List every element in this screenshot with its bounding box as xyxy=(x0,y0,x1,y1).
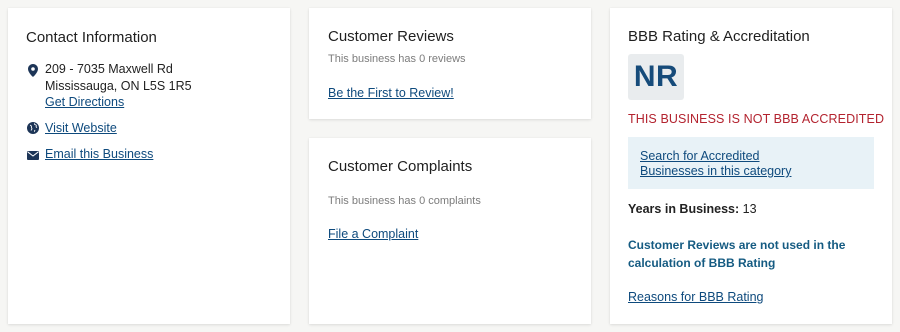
reviews-notice: Customer Reviews are not used in the cal… xyxy=(628,238,846,270)
years-in-business: Years in Business: 13 xyxy=(628,202,757,216)
address-line-1: 209 - 7035 Maxwell Rd xyxy=(45,62,173,76)
visit-website-link[interactable]: Visit Website xyxy=(45,121,117,135)
reasons-link[interactable]: Reasons for BBB Rating xyxy=(628,290,764,304)
rating-grade-badge: NR xyxy=(628,54,684,100)
first-review-link[interactable]: Be the First to Review! xyxy=(328,86,454,100)
accreditation-status: THIS BUSINESS IS NOT BBB ACCREDITED xyxy=(628,112,885,126)
rating-title: BBB Rating & Accreditation xyxy=(628,28,810,45)
envelope-icon xyxy=(27,148,39,162)
reviews-title: Customer Reviews xyxy=(328,28,454,45)
bbb-rating-card: BBB Rating & Accreditation NR THIS BUSIN… xyxy=(610,8,892,324)
business-profile-page: Contact Information 209 - 7035 Maxwell R… xyxy=(0,0,900,332)
complaints-count: This business has 0 complaints xyxy=(328,195,481,207)
years-value: 13 xyxy=(742,202,757,216)
file-complaint-link[interactable]: File a Complaint xyxy=(328,227,418,241)
map-pin-icon xyxy=(27,63,39,77)
address-line-2: Mississauga, ON L5S 1R5 xyxy=(45,78,192,93)
email-business-link[interactable]: Email this Business xyxy=(45,147,153,161)
complaints-title: Customer Complaints xyxy=(328,158,473,175)
search-accredited-link[interactable]: Search for Accredited Businesses in this… xyxy=(640,149,810,179)
search-accredited-box: Search for Accredited Businesses in this… xyxy=(628,137,874,189)
reviews-count: This business has 0 reviews xyxy=(328,53,466,65)
get-directions-link[interactable]: Get Directions xyxy=(45,95,124,109)
contact-information-card: Contact Information 209 - 7035 Maxwell R… xyxy=(8,8,290,324)
years-label: Years in Business: xyxy=(628,202,740,216)
contact-title: Contact Information xyxy=(26,29,157,46)
globe-icon xyxy=(27,121,39,135)
customer-complaints-card: Customer Complaints This business has 0 … xyxy=(309,138,591,324)
address: 209 - 7035 Maxwell Rd Mississauga, ON L5… xyxy=(45,61,192,111)
customer-reviews-card: Customer Reviews This business has 0 rev… xyxy=(309,8,591,119)
